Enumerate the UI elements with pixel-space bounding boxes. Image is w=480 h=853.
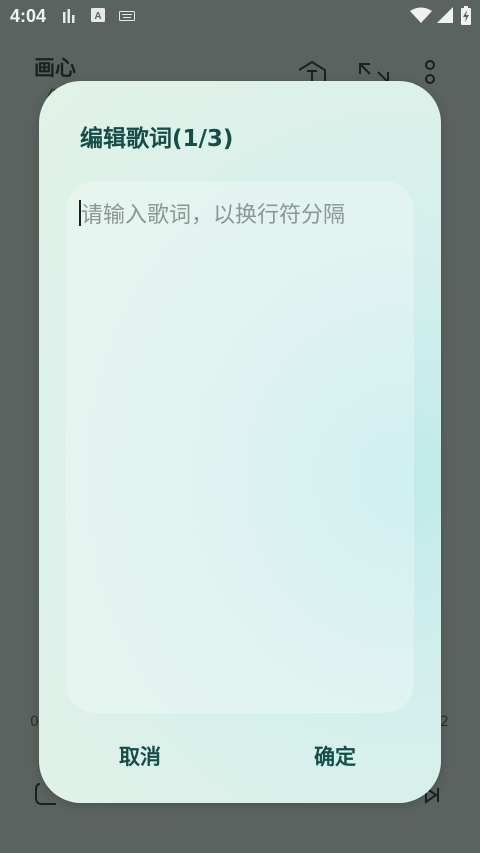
progress-total-time: 2	[440, 714, 449, 730]
dialog-title: 编辑歌词(1/3)	[80, 126, 234, 152]
a-badge-icon: A	[91, 8, 105, 22]
song-title: 画心	[34, 56, 76, 80]
more-vert-icon[interactable]	[422, 60, 438, 84]
edit-lyrics-dialog: 编辑歌词(1/3) 请输入歌词，以换行符分隔 取消 确定	[39, 81, 441, 803]
lyrics-input-placeholder: 请输入歌词，以换行符分隔	[81, 203, 346, 228]
keyboard-icon	[119, 11, 135, 21]
bar-chart-icon	[63, 9, 75, 23]
status-bar: 4:04 A	[0, 0, 480, 34]
progress-current-time: 0	[30, 714, 39, 730]
status-time: 4:04	[10, 6, 47, 26]
confirm-button[interactable]: 确定	[314, 741, 356, 771]
lyrics-input[interactable]: 请输入歌词，以换行符分隔	[66, 181, 414, 713]
signal-icon	[437, 7, 453, 23]
battery-charging-icon	[461, 6, 471, 25]
svg-text:A: A	[94, 11, 101, 22]
wifi-icon	[410, 7, 432, 23]
cancel-button[interactable]: 取消	[119, 741, 161, 771]
